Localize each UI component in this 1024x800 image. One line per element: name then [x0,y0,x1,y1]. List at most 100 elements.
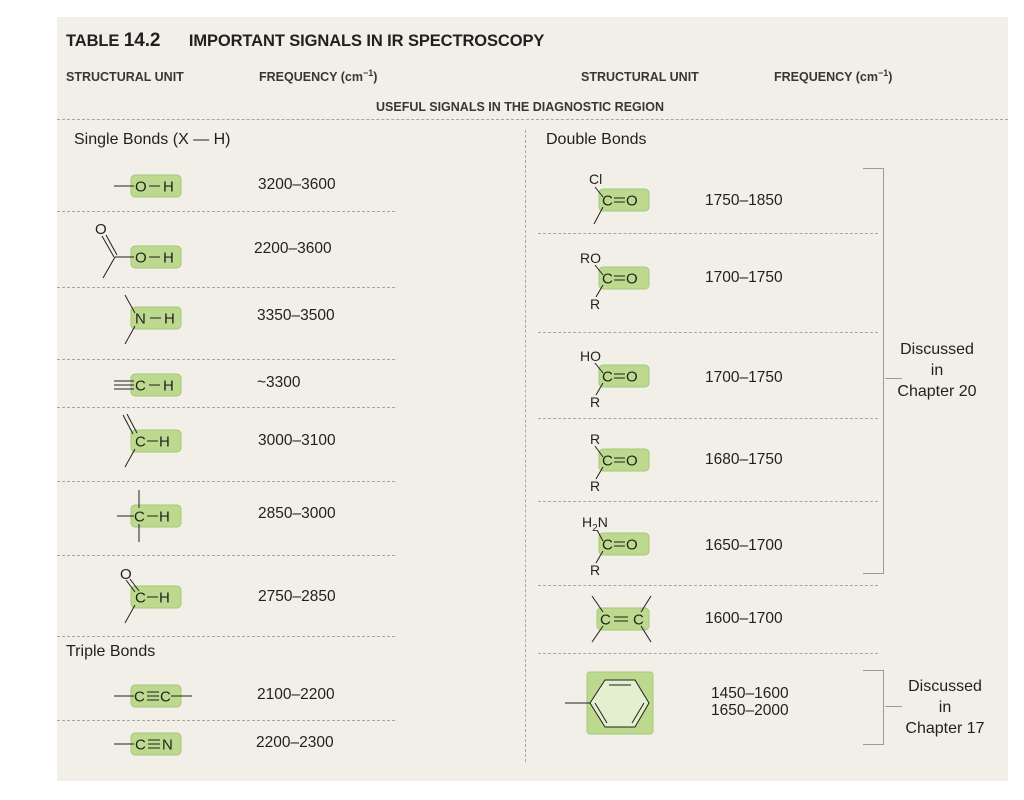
atom-c: C [134,509,145,526]
frequency-value: 3200–3600 [258,176,336,193]
atom-c: C [633,612,644,629]
row-amine-nh: N H 3350–3500 [57,291,395,357]
ketone-structure-icon: R C O R [590,431,650,494]
row-aldehyde-ch: O C H 2750–2850 [57,558,395,634]
chapter-20-note: Discussed in Chapter 20 [887,339,987,402]
row-divider [538,653,878,654]
frequency-value: 2100–2200 [257,686,335,703]
note-line: in [938,699,952,716]
row-aromatic: 1450–1600 1650–2000 [538,667,878,747]
row-alkene-cc: C C 1600–1700 [538,588,878,650]
atom-h: H [582,514,592,530]
ester-structure-icon: RO C O R [580,250,650,312]
atom-o: O [626,369,638,386]
column-divider [525,130,526,762]
oh-structure-icon: O H [114,174,182,198]
frequency-value: 1650–2000 [711,702,789,719]
atom-o: O [135,179,147,196]
row-nitrile-cn: C N 2200–2300 [57,725,395,765]
header-frequency-text: FREQUENCY (cm [774,70,878,85]
row-divider [538,418,878,419]
header-structural-unit-left: STRUCTURAL UNIT [66,70,184,84]
atom-c: C [135,378,146,395]
frequency-value: 2200–3600 [254,240,332,257]
nitrile-structure-icon: C N [114,732,182,756]
substituent-top: HO [580,348,601,364]
frequency-value: 1600–1700 [705,610,783,627]
row-ester: RO C O R 1700–1750 [538,245,878,329]
atom-h: H [164,311,175,328]
row-alkyne-cc: C C 2100–2200 [57,677,395,717]
atom-n: N [162,737,173,754]
atom-o: O [626,537,638,554]
table-heading: IMPORTANT SIGNALS IN IR SPECTROSCOPY [188,32,545,50]
substituent-top: Cl [589,171,602,187]
header-divider [57,119,1008,120]
atom-n: N [135,311,146,328]
atom-c: C [602,271,613,288]
header-structural-unit-right: STRUCTURAL UNIT [581,70,699,84]
atom-c: C [160,689,171,706]
alkyne-ch-structure-icon: C H [114,373,182,397]
frequency-value: 3000–3100 [258,432,336,449]
atom-c: C [134,689,145,706]
row-alkene-ch: C H 3000–3100 [57,410,395,478]
row-divider [538,501,878,502]
atom-h: H [159,434,170,451]
note-line: Discussed [908,678,982,695]
substituent-bottom: R [590,296,600,312]
frequency-value: 2850–3000 [258,505,336,522]
atom-h: H [163,378,174,395]
frequency-value: 1680–1750 [705,451,783,468]
substituent-bottom: R [590,478,600,494]
header-frequency-right: FREQUENCY (cm−1) [774,68,892,84]
row-alkane-ch: C H 2850–3000 [57,484,395,552]
alkene-cc-structure-icon: C C [591,595,652,643]
row-divider [57,407,395,408]
note-line: in [930,362,944,379]
row-amide: H2N C O R 1650–1700 [538,511,878,583]
row-carboxylic-acid: HO C O R 1700–1750 [538,345,878,415]
frequency-value: 1750–1850 [705,192,783,209]
row-divider [57,720,395,721]
header-frequency-close: ) [888,70,893,85]
atom-c: C [602,453,613,470]
chapter-17-note: Discussed in Chapter 17 [895,676,995,739]
atom-n: N [598,514,608,530]
row-divider [57,481,395,482]
table-number: 14.2 [123,30,161,51]
frequency-value: 3350–3500 [257,307,335,324]
header-frequency-left: FREQUENCY (cm−1) [259,68,377,84]
row-alcohol-oh: O H 3200–3600 [57,167,395,207]
frequency-value: 2750–2850 [258,588,336,605]
row-acid-chloride: Cl C O 1750–1850 [538,167,878,231]
atom-c: C [602,537,613,554]
frequency-value-group: 1450–1600 1650–2000 [711,685,789,719]
atom-h: H [163,179,174,196]
row-divider [57,359,395,360]
frequency-value: 1700–1750 [705,369,783,386]
amide-structure-icon: H2N C O R [582,514,650,578]
chapter-17-bracket [863,670,884,745]
atom-c: C [135,737,146,754]
row-divider [57,211,395,212]
row-divider [538,332,878,333]
substituent-bottom: R [590,562,600,578]
header-diagnostic-region: USEFUL SIGNALS IN THE DIAGNOSTIC REGION [376,100,664,114]
frequency-value: 1450–1600 [711,685,789,702]
atom-h: H [163,250,174,267]
frequency-value: 1700–1750 [705,269,783,286]
atom-h: H [159,509,170,526]
alkyne-cc-structure-icon: C C [114,684,192,708]
aldehyde-ch-structure-icon: O C H [120,566,182,624]
table-label: TABLE [66,32,120,50]
single-bonds-heading: Single Bonds (X — H) [74,131,231,148]
row-alkyne-ch: C H ~3300 [57,362,395,405]
header-frequency-close: ) [373,70,378,85]
note-line: Chapter 17 [905,720,985,737]
atom-c: C [602,193,613,210]
carboxylic-acid-structure-icon: O O H [95,221,182,279]
header-frequency-sup: −1 [877,68,889,78]
atom-o: O [626,271,638,288]
alkane-ch-structure-icon: C H [117,490,182,542]
